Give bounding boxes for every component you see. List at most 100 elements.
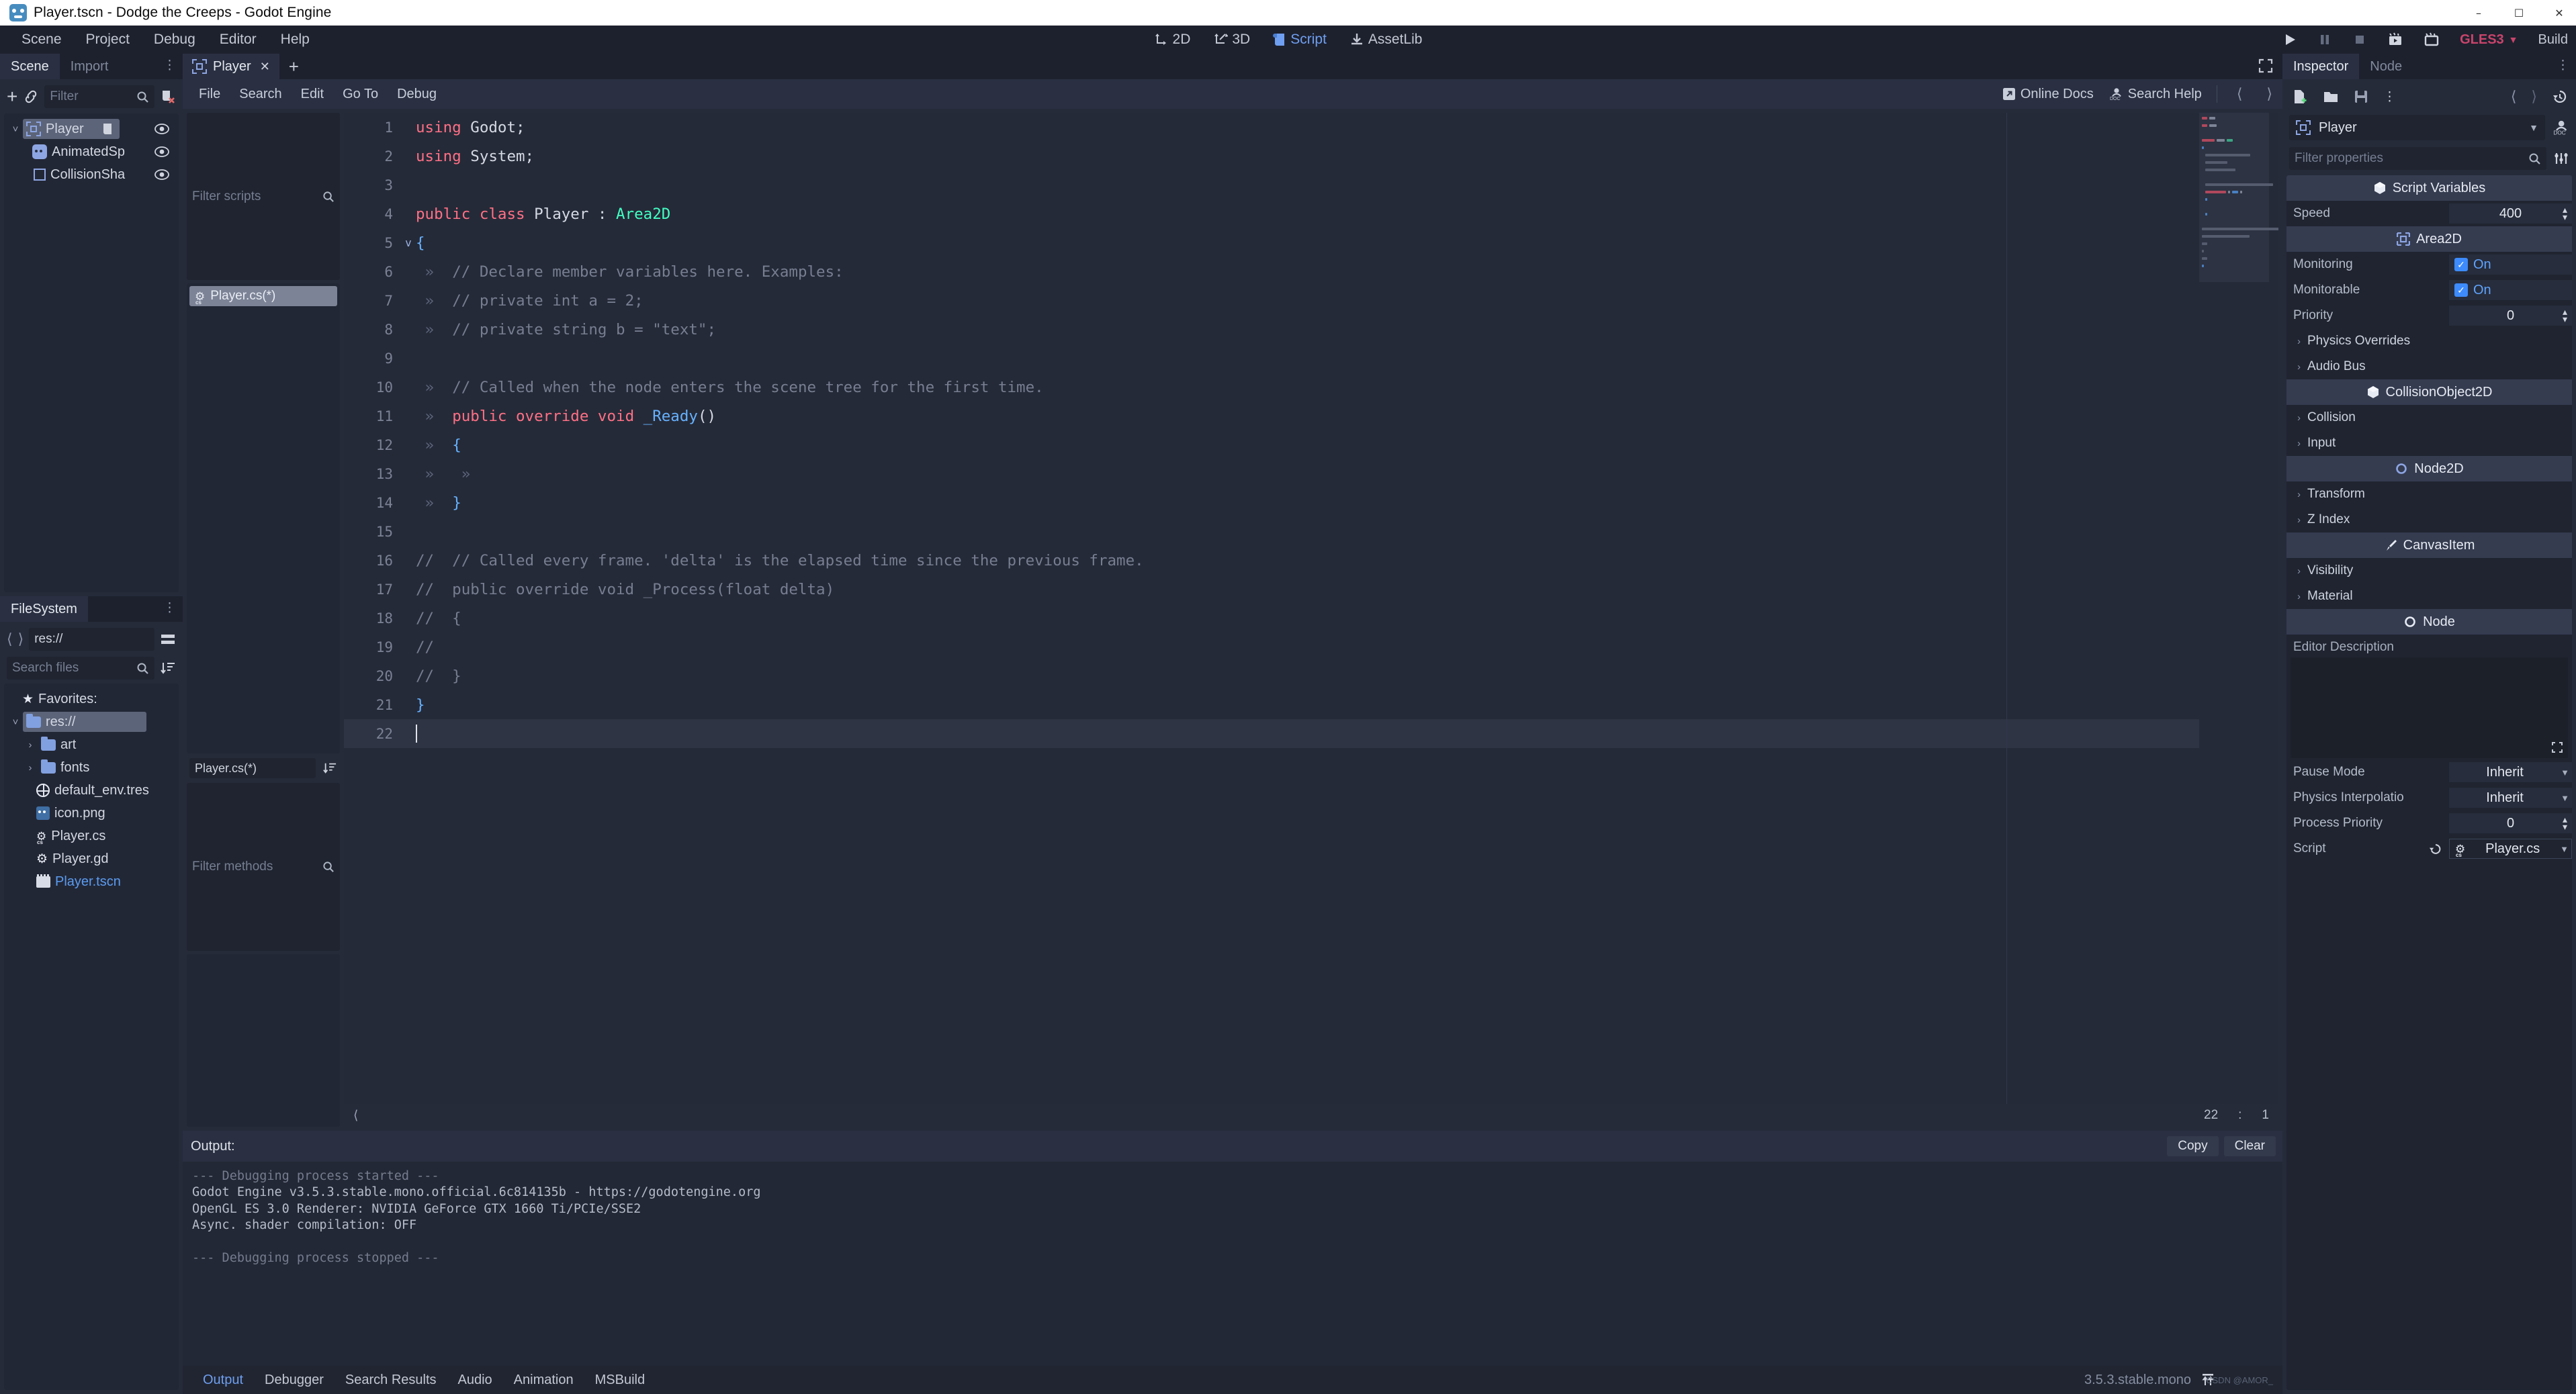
- build-button[interactable]: Build: [2538, 32, 2568, 48]
- fs-item-icon-png[interactable]: icon.png: [5, 802, 177, 825]
- code-line[interactable]: 1 using Godot;: [344, 113, 2278, 142]
- bottom-tab-output[interactable]: Output: [192, 1373, 254, 1388]
- members-selected-script[interactable]: Player.cs(*): [189, 758, 316, 779]
- property-value[interactable]: 400 ▴ ▾: [2449, 203, 2572, 224]
- inspector-subsection[interactable]: › Transform: [2286, 481, 2572, 507]
- scene-node-animatedsprite[interactable]: AnimatedSp: [5, 140, 177, 163]
- bottom-tab-search-results[interactable]: Search Results: [335, 1373, 447, 1388]
- inspector-extra-menu-icon[interactable]: ⋮: [2383, 89, 2396, 105]
- code-line[interactable]: 5 v{: [344, 228, 2278, 257]
- script-list-item[interactable]: ⚙ cs Player.cs(*): [189, 286, 337, 307]
- code-line[interactable]: 11 » public override void _Ready(): [344, 402, 2278, 430]
- chevron-down-icon[interactable]: ▼: [2561, 768, 2569, 778]
- script-menu-edit[interactable]: Edit: [292, 83, 333, 105]
- output-log[interactable]: --- Debugging process started --- Godot E…: [183, 1162, 2282, 1366]
- play-custom-scene-button[interactable]: [2424, 32, 2440, 47]
- code-line[interactable]: 8 » // private string b = "text";: [344, 315, 2278, 344]
- play-button[interactable]: [2282, 32, 2297, 47]
- code-editor[interactable]: 1 using Godot; 2 using System; 3 4 public clas…: [344, 113, 2278, 1104]
- code-line[interactable]: 4 public class Player : Area2D: [344, 199, 2278, 228]
- fs-item-player-gd[interactable]: ⚙ Player.gd: [5, 847, 177, 870]
- history-next-icon[interactable]: ⟩: [2531, 88, 2537, 105]
- mode-2d-button[interactable]: 2D: [1154, 32, 1190, 48]
- history-icon[interactable]: [2552, 89, 2568, 104]
- inspector-subsection[interactable]: › Audio Bus: [2286, 354, 2572, 379]
- code-line[interactable]: 21}: [344, 690, 2278, 719]
- code-line[interactable]: 16 // // Called every frame. 'delta' is t…: [344, 546, 2278, 575]
- bottom-tab-debugger[interactable]: Debugger: [254, 1373, 335, 1388]
- bottom-tab-audio[interactable]: Audio: [447, 1373, 503, 1388]
- scene-node-player[interactable]: ˅ Player: [5, 118, 177, 140]
- minimap-viewport[interactable]: [2199, 113, 2269, 282]
- chevron-right-icon[interactable]: ›: [24, 739, 36, 751]
- menu-project[interactable]: Project: [74, 28, 142, 51]
- property-value[interactable]: ✓ On: [2449, 280, 2572, 300]
- code-minimap[interactable]: [2199, 113, 2278, 1104]
- online-docs-button[interactable]: Online Docs: [2002, 87, 2094, 102]
- script-menu-goto[interactable]: Go To: [333, 83, 388, 105]
- sort-icon[interactable]: [322, 761, 337, 775]
- distraction-free-icon[interactable]: [2258, 58, 2273, 73]
- code-line[interactable]: 12 » {: [344, 430, 2278, 459]
- menu-debug[interactable]: Debug: [142, 28, 208, 51]
- filesystem-search-input[interactable]: Search files: [7, 657, 154, 680]
- spinner-icon[interactable]: ▴ ▾: [2563, 815, 2567, 831]
- inspector-category[interactable]: Node2D: [2286, 456, 2572, 481]
- property-value[interactable]: 0 ▴ ▾: [2449, 306, 2572, 326]
- code-line[interactable]: 18 // {: [344, 604, 2278, 633]
- nav-forward-icon[interactable]: ⟩: [18, 631, 24, 648]
- fold-toggle-icon[interactable]: v: [401, 236, 416, 249]
- tab-scene[interactable]: Scene: [0, 54, 60, 79]
- tab-filesystem[interactable]: FileSystem: [0, 596, 88, 622]
- code-line[interactable]: 20 // }: [344, 661, 2278, 690]
- menu-editor[interactable]: Editor: [208, 28, 269, 51]
- inspector-properties[interactable]: Script Variables Speed 400 ▴ ▾ Area2D Monitori…: [2286, 175, 2572, 1390]
- fs-item-player-cs[interactable]: ⚙ cs Player.cs: [5, 825, 177, 847]
- pause-button[interactable]: [2317, 32, 2332, 47]
- code-line[interactable]: 17 // public override void _Process(float…: [344, 575, 2278, 604]
- chevron-right-icon[interactable]: ›: [24, 762, 36, 774]
- chevron-down-icon[interactable]: ▼: [2561, 793, 2569, 803]
- chevron-right-icon[interactable]: ›: [2297, 438, 2301, 449]
- maximize-button[interactable]: ☐: [2510, 4, 2528, 21]
- minimize-button[interactable]: –: [2470, 4, 2487, 21]
- code-lines[interactable]: 1 using Godot; 2 using System; 3 4 public clas…: [344, 113, 2278, 748]
- chevron-right-icon[interactable]: ›: [2297, 489, 2301, 500]
- mode-script-button[interactable]: Script: [1273, 32, 1327, 48]
- fs-item-player-tscn[interactable]: Player.tscn: [5, 870, 177, 893]
- scene-tree[interactable]: ˅ Player AnimatedSp CollisionSha: [4, 113, 179, 592]
- checkbox[interactable]: ✓: [2454, 283, 2468, 297]
- filter-methods-input[interactable]: Filter methods: [187, 783, 340, 951]
- inspector-subsection[interactable]: › Input: [2286, 430, 2572, 456]
- code-line[interactable]: 14 » }: [344, 488, 2278, 517]
- open-docs-icon[interactable]: DOC: [2552, 120, 2569, 136]
- open-scripts-list[interactable]: ⚙ cs Player.cs(*): [187, 283, 340, 754]
- split-mode-icon[interactable]: [160, 633, 176, 646]
- bottom-tab-msbuild[interactable]: MSBuild: [584, 1373, 656, 1388]
- visibility-icon[interactable]: [154, 169, 169, 180]
- history-next-icon[interactable]: ⟩: [2262, 85, 2277, 103]
- spinner-icon[interactable]: ▴ ▾: [2563, 205, 2567, 222]
- scene-node-collisionshape[interactable]: CollisionSha: [5, 163, 177, 186]
- chevron-right-icon[interactable]: ›: [2297, 591, 2301, 602]
- hscroll-left-icon[interactable]: ⟨: [353, 1108, 358, 1123]
- save-resource-icon[interactable]: [2354, 89, 2368, 104]
- chevron-right-icon[interactable]: ›: [2297, 565, 2301, 577]
- tab-node[interactable]: Node: [2359, 54, 2413, 79]
- object-options-icon[interactable]: [2553, 151, 2569, 166]
- chevron-down-icon[interactable]: ˅: [9, 716, 21, 728]
- fs-item-fonts[interactable]: › fonts: [5, 756, 177, 779]
- search-help-button[interactable]: DOC Search Help: [2108, 87, 2202, 102]
- code-line[interactable]: 6 » // Declare member variables here. Ex…: [344, 257, 2278, 286]
- fs-item-default-env[interactable]: default_env.tres: [5, 779, 177, 802]
- filesystem-path[interactable]: res://: [29, 628, 154, 651]
- filesystem-tree[interactable]: ★ Favorites: ˅ res:// › art › fonts defa…: [4, 684, 179, 1390]
- history-prev-icon[interactable]: ⟨: [2232, 85, 2248, 103]
- inspector-category[interactable]: Area2D: [2286, 226, 2572, 252]
- members-overview-list[interactable]: [187, 954, 340, 1127]
- inspector-subsection[interactable]: › Z Index: [2286, 507, 2572, 532]
- chevron-right-icon[interactable]: ›: [2297, 336, 2301, 347]
- code-line[interactable]: 22: [344, 719, 2278, 748]
- mode-assetlib-button[interactable]: AssetLib: [1349, 32, 1422, 48]
- chevron-down-icon[interactable]: ˅: [9, 124, 21, 135]
